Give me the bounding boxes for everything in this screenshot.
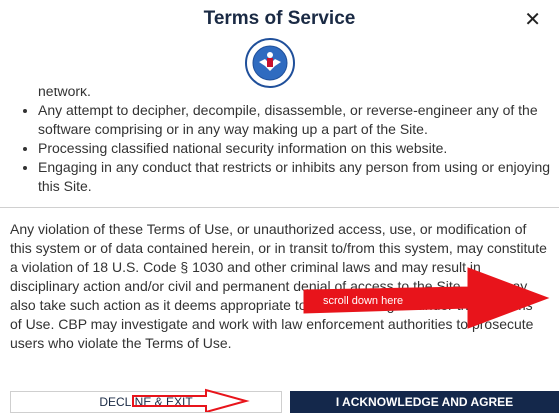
acknowledge-agree-button[interactable]: I ACKNOWLEDGE AND AGREE [290,391,559,413]
list-item: Processing classified national security … [38,139,559,158]
list-item: network. [38,88,91,99]
close-icon[interactable]: ✕ [524,10,541,30]
terms-scroll-area[interactable]: network. Any attempt to decipher, decomp… [0,88,559,393]
dialog-title: Terms of Service [203,8,356,29]
decline-exit-button[interactable]: DECLINE & EXIT [10,391,282,413]
cbp-seal-icon [245,38,295,88]
list-item: Any attempt to decipher, decompile, disa… [38,101,559,139]
violation-paragraph: Any violation of these Terms of Use, or … [10,221,547,351]
divider [0,207,559,208]
annotation-label: scroll down here [323,295,404,307]
list-item: Engaging in any conduct that restricts o… [38,158,559,196]
terms-bullet-list: network. Any attempt to decipher, decomp… [0,88,559,196]
